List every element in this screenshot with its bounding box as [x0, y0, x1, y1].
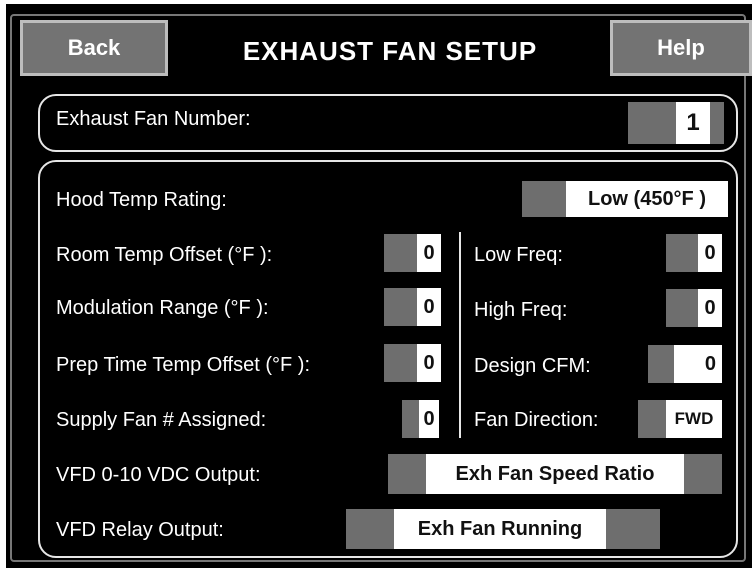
high-freq-label: High Freq:	[474, 299, 568, 321]
room-temp-offset-value: 0	[417, 234, 441, 272]
back-button[interactable]: Back	[20, 20, 168, 76]
fan-number-label: Exhaust Fan Number:	[56, 108, 251, 130]
fan-number-value: 1	[676, 102, 710, 144]
prep-time-temp-offset-field[interactable]: 0	[384, 344, 441, 382]
high-freq-value: 0	[698, 289, 722, 327]
modulation-range-label: Modulation Range (°F ):	[56, 297, 269, 319]
supply-fan-assigned-value: 0	[419, 400, 439, 438]
column-divider	[459, 232, 461, 438]
supply-fan-assigned-field[interactable]: 0	[402, 400, 439, 438]
vfd-output-field[interactable]: Exh Fan Speed Ratio	[388, 454, 722, 494]
vfd-output-value: Exh Fan Speed Ratio	[426, 454, 684, 494]
modulation-range-field[interactable]: 0	[384, 288, 441, 326]
low-freq-field[interactable]: 0	[666, 234, 722, 272]
vfd-relay-output-field[interactable]: Exh Fan Running	[346, 509, 660, 549]
fan-number-field[interactable]: 1	[628, 102, 724, 144]
hood-temp-rating-label: Hood Temp Rating:	[56, 189, 227, 211]
vfd-relay-output-label: VFD Relay Output:	[56, 519, 224, 541]
low-freq-label: Low Freq:	[474, 244, 563, 266]
design-cfm-field[interactable]: 0	[648, 345, 722, 383]
hood-temp-rating-value: Low (450°F )	[566, 181, 728, 217]
supply-fan-assigned-label: Supply Fan # Assigned:	[56, 409, 267, 431]
page-title: EXHAUST FAN SETUP	[242, 35, 538, 66]
fan-direction-field[interactable]: FWD	[638, 400, 722, 438]
help-button[interactable]: Help	[610, 20, 752, 76]
prep-time-temp-offset-value: 0	[417, 344, 441, 382]
hood-temp-rating-field[interactable]: Low (450°F )	[522, 181, 728, 217]
modulation-range-value: 0	[417, 288, 441, 326]
vfd-output-label: VFD 0-10 VDC Output:	[56, 464, 261, 486]
fan-direction-label: Fan Direction:	[474, 409, 599, 431]
fan-direction-value: FWD	[666, 400, 722, 438]
prep-time-temp-offset-label: Prep Time Temp Offset (°F ):	[56, 354, 310, 376]
high-freq-field[interactable]: 0	[666, 289, 722, 327]
vfd-relay-output-value: Exh Fan Running	[394, 509, 606, 549]
room-temp-offset-field[interactable]: 0	[384, 234, 441, 272]
design-cfm-label: Design CFM:	[474, 355, 591, 377]
room-temp-offset-label: Room Temp Offset (°F ):	[56, 244, 273, 266]
design-cfm-value: 0	[674, 345, 722, 383]
low-freq-value: 0	[698, 234, 722, 272]
